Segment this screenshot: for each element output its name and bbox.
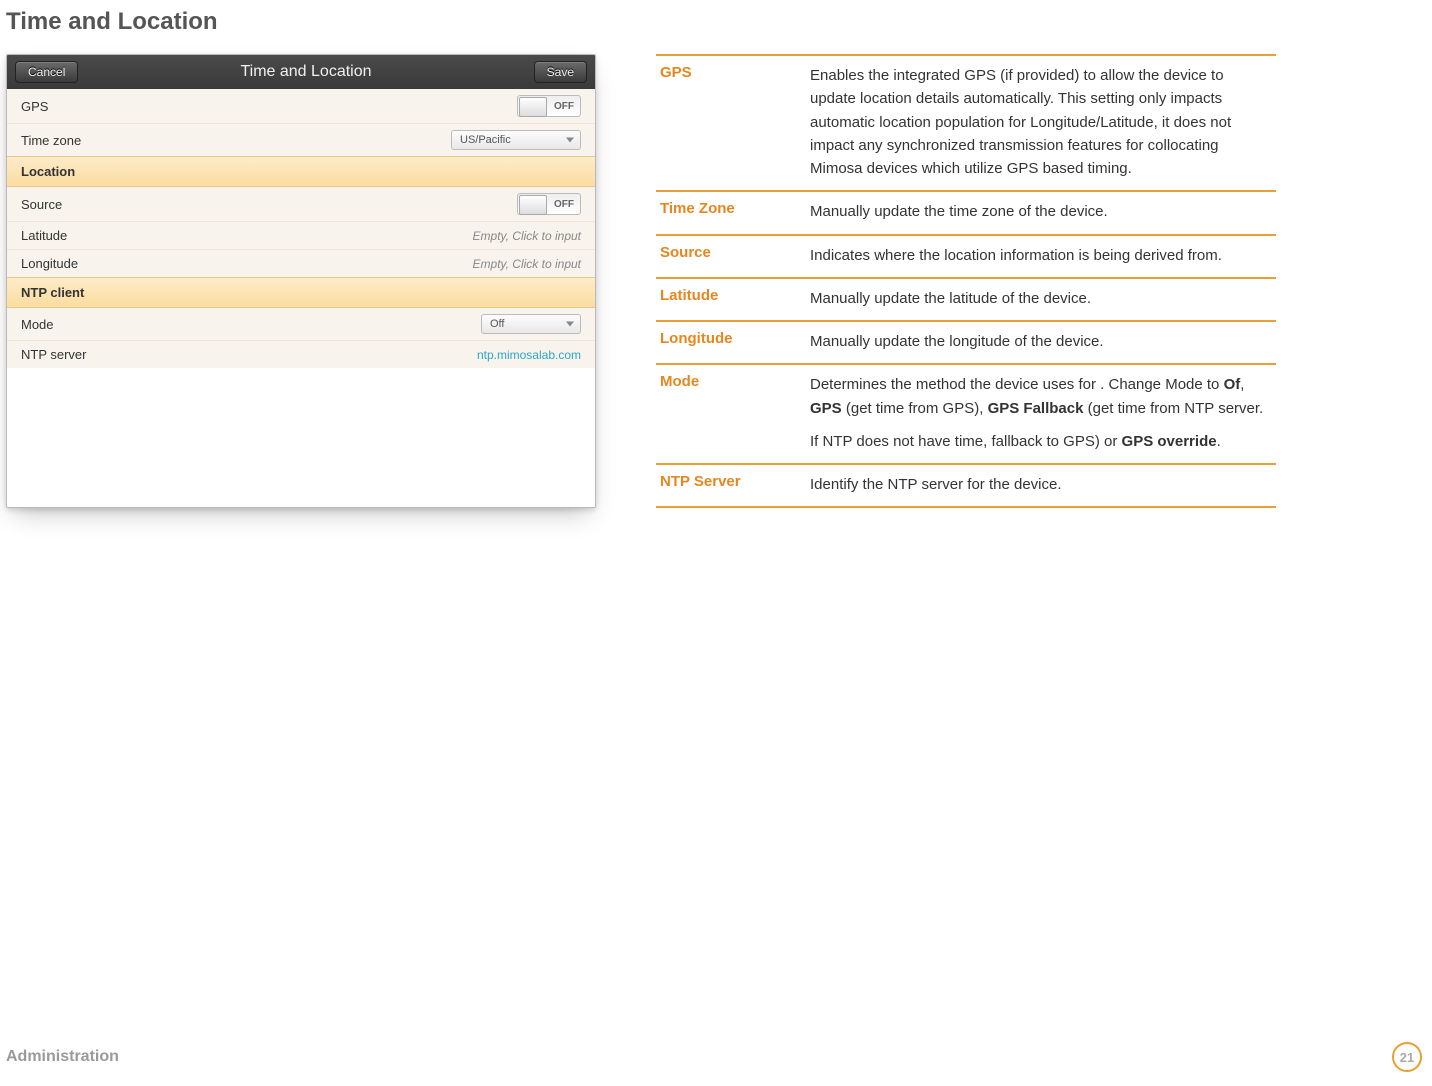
- def-desc: Determines the method the device uses fo…: [810, 373, 1272, 453]
- def-row-mode: Mode Determines the method the device us…: [656, 363, 1276, 463]
- source-toggle[interactable]: OFF: [517, 193, 581, 215]
- row-ntp-server: NTP server ntp.mimosalab.com: [7, 340, 595, 368]
- timezone-select[interactable]: US/Pacific: [451, 130, 581, 150]
- def-row-latitude: Latitude Manually update the latitude of…: [656, 277, 1276, 320]
- row-latitude: Latitude Empty, Click to input: [7, 221, 595, 249]
- bold-of: Of: [1224, 376, 1241, 393]
- def-row-ntp-server: NTP Server Identify the NTP server for t…: [656, 463, 1276, 508]
- timezone-label: Time zone: [21, 133, 81, 148]
- def-desc: Manually update the time zone of the dev…: [810, 200, 1108, 223]
- page-footer: Administration 21: [6, 1042, 1422, 1072]
- settings-panel: Cancel Time and Location Save GPS OFF Ti…: [6, 54, 596, 508]
- def-desc: Indicates where the location information…: [810, 244, 1222, 267]
- form-block-main: GPS OFF Time zone US/Pacific: [7, 89, 595, 156]
- bold-gps-override: GPS override: [1122, 433, 1217, 450]
- def-desc: Enables the integrated GPS (if provided)…: [810, 64, 1272, 180]
- longitude-input[interactable]: Empty, Click to input: [473, 257, 581, 271]
- panel-title: Time and Location: [78, 63, 533, 81]
- def-term: Latitude: [660, 287, 790, 310]
- mode-label: Mode: [21, 317, 54, 332]
- text: (get time from GPS),: [842, 400, 988, 417]
- row-gps: GPS OFF: [7, 89, 595, 123]
- def-desc: Identify the NTP server for the device.: [810, 473, 1062, 496]
- content-wrap: Cancel Time and Location Save GPS OFF Ti…: [0, 36, 1432, 508]
- page-title: Time and Location: [0, 0, 1432, 36]
- row-mode: Mode Off: [7, 308, 595, 340]
- def-desc: Manually update the longitude of the dev…: [810, 330, 1104, 353]
- cancel-button[interactable]: Cancel: [15, 61, 78, 83]
- def-term: Time Zone: [660, 200, 790, 223]
- text: .: [1217, 433, 1221, 450]
- page-number: 21: [1392, 1042, 1422, 1072]
- latitude-label: Latitude: [21, 228, 67, 243]
- ntp-server-value[interactable]: ntp.mimosalab.com: [477, 348, 581, 362]
- def-desc: Manually update the latitude of the devi…: [810, 287, 1091, 310]
- bold-gps-fallback: GPS Fallback: [988, 400, 1084, 417]
- def-row-timezone: Time Zone Manually update the time zone …: [656, 190, 1276, 233]
- text: (get time from NTP server.: [1083, 400, 1263, 417]
- bold-gps: GPS: [810, 400, 842, 417]
- latitude-input[interactable]: Empty, Click to input: [473, 229, 581, 243]
- save-button[interactable]: Save: [534, 61, 587, 83]
- definitions-table: GPS Enables the integrated GPS (if provi…: [656, 54, 1276, 508]
- def-term: Mode: [660, 373, 790, 453]
- row-timezone: Time zone US/Pacific: [7, 123, 595, 156]
- text: Determines the method the device uses fo…: [810, 376, 1224, 393]
- gps-label: GPS: [21, 99, 48, 114]
- row-longitude: Longitude Empty, Click to input: [7, 249, 595, 277]
- mode-select[interactable]: Off: [481, 314, 581, 334]
- row-source: Source OFF: [7, 187, 595, 221]
- def-term: Longitude: [660, 330, 790, 353]
- def-row-source: Source Indicates where the location info…: [656, 234, 1276, 277]
- section-location: Location: [7, 156, 595, 187]
- def-row-gps: GPS Enables the integrated GPS (if provi…: [656, 54, 1276, 190]
- ntp-server-label: NTP server: [21, 347, 87, 362]
- source-label: Source: [21, 197, 62, 212]
- longitude-label: Longitude: [21, 256, 78, 271]
- panel-header: Cancel Time and Location Save: [7, 55, 595, 89]
- text: ,: [1240, 376, 1244, 393]
- def-row-longitude: Longitude Manually update the longitude …: [656, 320, 1276, 363]
- def-term: Source: [660, 244, 790, 267]
- def-term: GPS: [660, 64, 790, 180]
- footer-section-label: Administration: [6, 1048, 119, 1066]
- gps-toggle[interactable]: OFF: [517, 95, 581, 117]
- form-block-ntp: Mode Off NTP server ntp.mimosalab.com: [7, 308, 595, 368]
- def-term: NTP Server: [660, 473, 790, 496]
- section-ntp: NTP client: [7, 277, 595, 308]
- form-block-location: Source OFF Latitude Empty, Click to inpu…: [7, 187, 595, 277]
- text: If NTP does not have time, fallback to G…: [810, 433, 1122, 450]
